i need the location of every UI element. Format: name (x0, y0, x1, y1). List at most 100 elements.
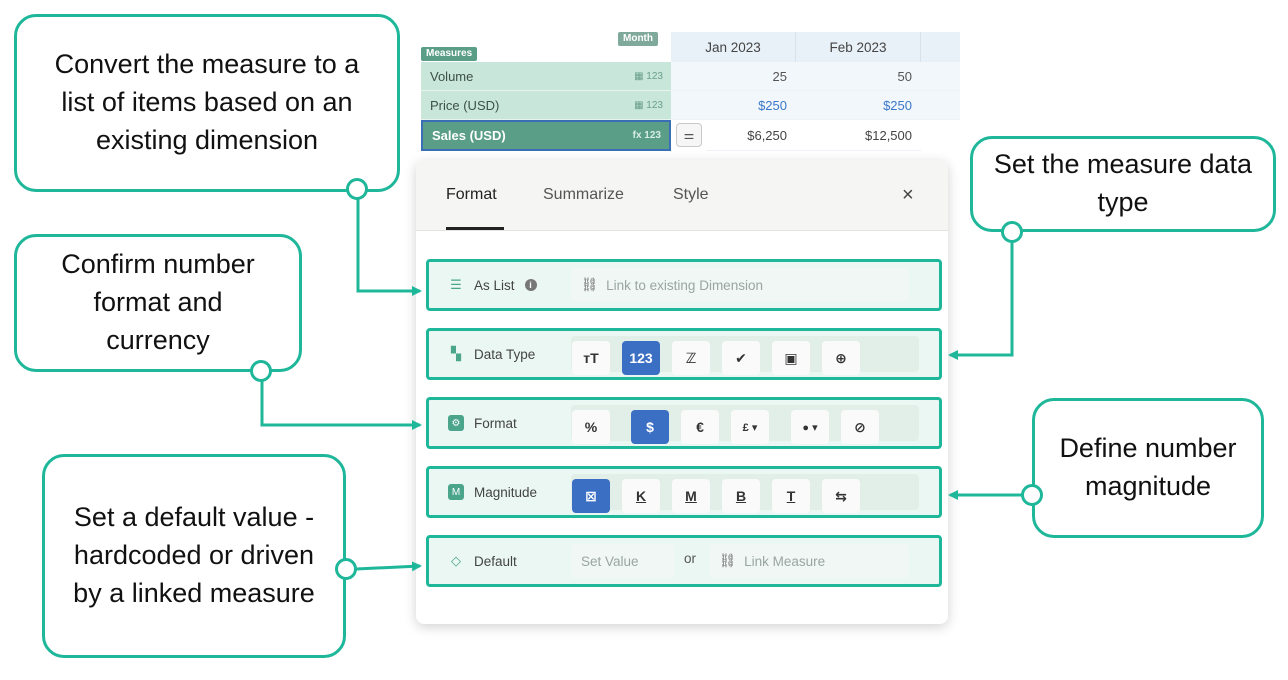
format-label: Format (474, 415, 517, 431)
formula-type-icon: fx 123 (632, 130, 661, 141)
number-type-button[interactable]: 123 (622, 341, 660, 375)
as-list-label: As List (474, 277, 515, 293)
connector-dot (1021, 484, 1043, 506)
settings-toggle-icon: ⚌ (683, 128, 695, 142)
connector-data-type (948, 240, 1014, 360)
close-icon[interactable]: × (902, 184, 914, 207)
link-measure-placeholder: Link Measure (744, 553, 826, 569)
column-header-feb-2023[interactable]: Feb 2023 (796, 32, 921, 62)
measure-label: Price (USD) (430, 97, 500, 113)
spreadsheet: Month Measures Jan 2023 Feb 2023 Volume … (421, 32, 960, 152)
measure-row-price[interactable]: Price (USD) ▦ 123 (421, 91, 671, 120)
decimals-dropdown-button[interactable]: ● ▾ (791, 410, 829, 444)
link-dimension-placeholder: Link to existing Dimension (606, 277, 763, 293)
hide-format-button[interactable]: ⊘ (841, 410, 879, 444)
trillions-button[interactable]: T (772, 479, 810, 513)
data-type-label-group: ▚ Data Type (447, 331, 535, 377)
format-label-group: ⚙ Format (447, 400, 517, 446)
table-cell[interactable]: 50 (796, 62, 921, 91)
tab-style[interactable]: Style (673, 186, 709, 204)
connector-dot (335, 558, 357, 580)
millions-button[interactable]: M (672, 479, 710, 513)
list-icon: ☰ (450, 277, 462, 292)
thousands-button[interactable]: K (622, 479, 660, 513)
connector-default (355, 561, 422, 572)
measure-row-volume[interactable]: Volume ▦ 123 (421, 62, 671, 91)
integer-type-button[interactable]: ℤ (672, 341, 710, 375)
date-type-button[interactable]: ▣ (772, 341, 810, 375)
swap-magnitude-button[interactable]: ⇆ (822, 479, 860, 513)
callout-as-list: Convert the measure to a list of items b… (14, 14, 400, 192)
gear-icon: ⚙ (447, 414, 465, 432)
callout-format: Confirm number format and currency (14, 234, 302, 372)
magnitude-row: M Magnitude ⊠ K M B T ⇆ (426, 466, 942, 518)
column-header-jan-2023[interactable]: Jan 2023 (671, 32, 796, 62)
connector-dot (1001, 221, 1023, 243)
month-tag: Month (618, 32, 658, 46)
callout-as-list-text: Convert the measure to a list of items b… (54, 49, 360, 155)
data-type-row: ▚ Data Type тТ 123 ℤ ✔ ▣ ⊕ (426, 328, 942, 380)
callout-default: Set a default value - hardcoded or drive… (42, 454, 346, 658)
callout-format-text: Confirm number format and currency (61, 249, 255, 355)
grid-icon: ▚ (451, 346, 461, 361)
link-icon: ⛓ (719, 553, 737, 568)
percent-format-button[interactable]: % (572, 410, 610, 444)
default-label-group: ◇ Default (447, 538, 517, 584)
measure-label: Sales (USD) (432, 128, 506, 143)
set-value-field[interactable]: Set Value (571, 544, 675, 578)
boolean-type-button[interactable]: ✔ (722, 341, 760, 375)
url-type-button[interactable]: ⊕ (822, 341, 860, 375)
format-row: ⚙ Format % $ € £ ▾ ● ▾ ⊘ (426, 397, 942, 449)
as-list-row: ☰ As List i ⛓ Link to existing Dimension (426, 259, 942, 311)
currency-dropdown-button[interactable]: £ ▾ (731, 410, 769, 444)
connector-dot (346, 178, 368, 200)
callout-data-type-text: Set the measure data type (993, 149, 1253, 217)
tab-format[interactable]: Format (446, 186, 497, 204)
magnitude-label: Magnitude (474, 484, 538, 500)
default-label: Default (474, 553, 517, 569)
text-type-button[interactable]: тТ (572, 341, 610, 375)
number-type-icon: ▦ 123 (634, 70, 663, 82)
data-type-options: тТ 123 ℤ ✔ ▣ ⊕ (571, 336, 919, 375)
no-magnitude-button[interactable]: ⊠ (572, 479, 610, 513)
magnitude-options: ⊠ K M B T ⇆ (571, 474, 919, 513)
set-value-placeholder: Set Value (581, 553, 639, 569)
table-cell[interactable] (921, 62, 960, 91)
link-dimension-field[interactable]: ⛓ Link to existing Dimension (571, 268, 909, 302)
table-cell[interactable]: $250 (671, 91, 796, 120)
panel-header: Format Summarize Style × (416, 160, 948, 231)
table-cell[interactable] (921, 91, 960, 120)
table-cell[interactable]: $12,500 (796, 120, 921, 151)
callout-data-type: Set the measure data type (970, 136, 1276, 232)
measure-settings-panel: Format Summarize Style × ☰ As List i ⛓ L… (416, 160, 948, 624)
diamond-icon: ◇ (451, 553, 461, 568)
measure-settings-toggle-button[interactable]: ⚌ (676, 123, 702, 147)
link-measure-field[interactable]: ⛓ Link Measure (709, 544, 909, 578)
measure-label: Volume (430, 68, 474, 84)
table-cell[interactable]: $6,250 (706, 120, 796, 151)
link-icon: ⛓ (581, 277, 599, 292)
tab-summarize[interactable]: Summarize (543, 186, 624, 204)
callout-magnitude: Define number magnitude (1032, 398, 1264, 538)
format-options: % $ € £ ▾ ● ▾ ⊘ (571, 405, 919, 444)
connector-format (260, 380, 422, 430)
magnitude-icon: M (447, 483, 465, 501)
column-header-next (921, 32, 960, 62)
connector-dot (250, 360, 272, 382)
default-row: ◇ Default Set Value or ⛓ Link Measure (426, 535, 942, 587)
billions-button[interactable]: B (722, 479, 760, 513)
measure-row-sales[interactable]: Sales (USD) fx 123 (421, 120, 671, 151)
callout-default-text: Set a default value - hardcoded or drive… (73, 502, 315, 608)
dollar-format-button[interactable]: $ (631, 410, 669, 444)
number-type-icon: ▦ 123 (634, 99, 663, 111)
measures-tag: Measures (421, 47, 478, 61)
info-icon[interactable]: i (524, 279, 537, 291)
callout-magnitude-text: Define number magnitude (1059, 433, 1237, 501)
connector-as-list (356, 198, 422, 296)
magnitude-label-group: M Magnitude (447, 469, 537, 515)
table-cell[interactable]: 25 (671, 62, 796, 91)
active-tab-indicator (446, 227, 504, 230)
table-cell[interactable]: $250 (796, 91, 921, 120)
euro-format-button[interactable]: € (681, 410, 719, 444)
or-label: or (684, 551, 697, 566)
